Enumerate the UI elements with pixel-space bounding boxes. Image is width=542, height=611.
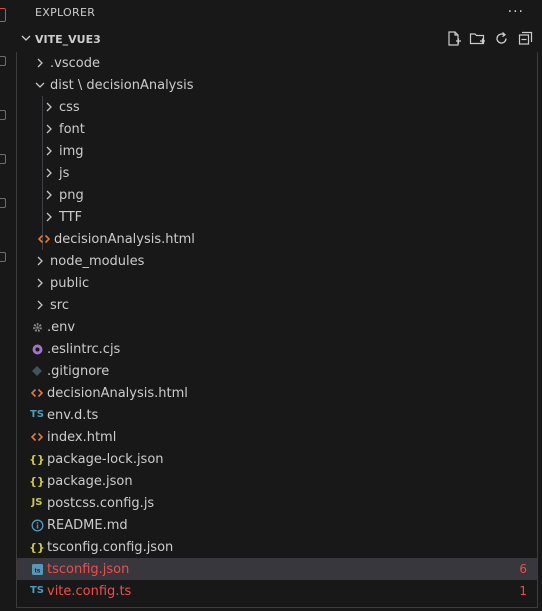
collapse-all-icon[interactable] — [517, 30, 534, 47]
tree-item-label: tsconfig.json — [47, 561, 130, 577]
javascript-icon: JS — [31, 497, 43, 508]
json-icon: {} — [29, 452, 45, 466]
file-row[interactable]: {} package-lock.json — [17, 448, 537, 470]
html-icon — [36, 228, 52, 250]
folder-row[interactable]: font — [17, 118, 537, 140]
tree-item-label: dist \ decisionAnalysis — [50, 77, 194, 93]
svg-text:ts: ts — [34, 567, 40, 574]
folder-row[interactable]: js — [17, 162, 537, 184]
tree-item-label: img — [59, 143, 84, 159]
folder-row[interactable]: src — [17, 294, 537, 316]
file-row[interactable]: decisionAnalysis.html — [17, 382, 537, 404]
file-row[interactable]: {} package.json — [17, 470, 537, 492]
tree-item-label: css — [59, 99, 80, 115]
tree-item-label: TTF — [59, 209, 83, 225]
chevron-right-icon — [41, 162, 57, 184]
source-control-activity-icon[interactable] — [0, 110, 6, 120]
explorer-activity-icon[interactable] — [0, 8, 6, 22]
folder-row[interactable]: png — [17, 184, 537, 206]
search-activity-icon[interactable] — [0, 56, 6, 66]
html-icon — [29, 426, 45, 448]
chevron-down-icon — [18, 33, 34, 46]
tree-item-label: .vscode — [50, 55, 100, 71]
new-folder-icon[interactable] — [469, 30, 486, 47]
gear-icon — [29, 316, 45, 338]
chevron-right-icon — [41, 206, 57, 228]
workspace-section-header[interactable]: VITE_VUE3 — [12, 24, 542, 54]
folder-row[interactable]: img — [17, 140, 537, 162]
tree-item-label: .env — [47, 319, 76, 335]
tree-item-label: src — [50, 297, 69, 313]
explorer-pane: EXPLORER ··· VITE_VUE3 .vscode dist \ dec… — [12, 0, 542, 611]
file-row[interactable]: README.md — [17, 514, 537, 536]
file-row[interactable]: .env — [17, 316, 537, 338]
new-file-icon[interactable] — [445, 30, 462, 47]
tree-item-label: public — [50, 275, 90, 291]
tree-item-label: README.md — [47, 517, 128, 533]
typescript-icon: TS — [29, 585, 45, 596]
chevron-down-icon — [32, 74, 48, 96]
eslint-icon — [29, 338, 45, 360]
folder-row[interactable]: css — [17, 96, 537, 118]
refresh-icon[interactable] — [493, 30, 510, 47]
problem-count-badge: 6 — [519, 562, 527, 576]
file-row[interactable]: JS postcss.config.js — [17, 492, 537, 514]
chevron-right-icon — [41, 184, 57, 206]
file-tree: .vscode dist \ decisionAnalysis css font img… — [16, 52, 538, 608]
tree-item-label: package-lock.json — [47, 451, 164, 467]
info-icon — [29, 514, 45, 536]
file-row[interactable]: .gitignore — [17, 360, 537, 382]
json-icon: {} — [29, 474, 45, 488]
chevron-right-icon — [41, 140, 57, 162]
tsconfig-icon: ts — [29, 558, 45, 580]
folder-row[interactable]: public — [17, 272, 537, 294]
explorer-title: EXPLORER — [35, 5, 96, 19]
tree-item-label: index.html — [47, 429, 117, 445]
typescript-icon: TS — [29, 409, 45, 420]
run-debug-activity-icon[interactable] — [0, 154, 6, 164]
folder-row[interactable]: dist \ decisionAnalysis — [17, 74, 537, 96]
folder-row[interactable]: TTF — [17, 206, 537, 228]
tree-item-label: font — [59, 121, 85, 137]
workspace-title: VITE_VUE3 — [35, 32, 101, 46]
file-row[interactable]: {} tsconfig.config.json — [17, 536, 537, 558]
git-icon — [29, 360, 45, 382]
explorer-header: EXPLORER ··· — [12, 0, 542, 24]
tree-item-label: js — [59, 165, 70, 181]
json-icon: {} — [29, 540, 45, 554]
tree-item-label: vite.config.ts — [47, 583, 132, 599]
tree-item-label: package.json — [47, 473, 133, 489]
tree-item-label: node_modules — [50, 253, 145, 269]
tree-item-label: decisionAnalysis.html — [47, 385, 188, 401]
extensions-activity-icon[interactable] — [0, 198, 6, 208]
tree-item-label: png — [59, 187, 84, 203]
chevron-right-icon — [32, 250, 48, 272]
problem-count-badge: 1 — [519, 584, 527, 598]
file-row[interactable]: ts tsconfig.json 6 — [17, 558, 537, 580]
file-row[interactable]: TS vite.config.ts 1 — [17, 580, 537, 602]
more-actions-icon[interactable]: ··· — [508, 4, 524, 20]
chevron-right-icon — [32, 52, 48, 74]
file-row[interactable]: TS env.d.ts — [17, 404, 537, 426]
tree-item-label: env.d.ts — [47, 407, 99, 423]
file-row[interactable]: .eslintrc.cjs — [17, 338, 537, 360]
tree-item-label: .gitignore — [47, 363, 110, 379]
file-row[interactable]: index.html — [17, 426, 537, 448]
section-actions — [445, 30, 534, 47]
tree-item-label: decisionAnalysis.html — [54, 231, 195, 247]
chevron-right-icon — [32, 294, 48, 316]
remote-activity-icon[interactable] — [0, 252, 6, 262]
chevron-right-icon — [41, 96, 57, 118]
tree-item-label: tsconfig.config.json — [47, 539, 174, 555]
folder-row[interactable]: node_modules — [17, 250, 537, 272]
tree-item-label: .eslintrc.cjs — [47, 341, 121, 357]
tree-item-label: postcss.config.js — [47, 495, 155, 511]
folder-row[interactable]: .vscode — [17, 52, 537, 74]
html-icon — [29, 382, 45, 404]
chevron-right-icon — [32, 272, 48, 294]
file-row[interactable]: decisionAnalysis.html — [17, 228, 537, 250]
activity-bar — [0, 0, 12, 611]
chevron-right-icon — [41, 118, 57, 140]
